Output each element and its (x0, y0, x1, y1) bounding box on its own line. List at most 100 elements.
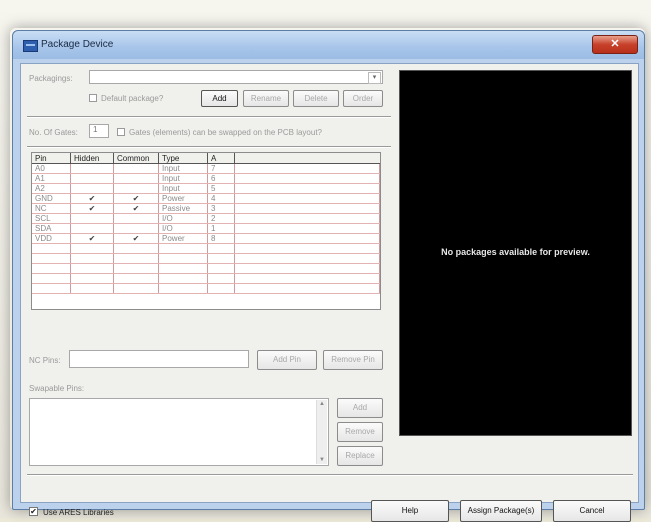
title-bar[interactable]: Package Device ✕ (13, 31, 644, 59)
hidden-cell[interactable] (70, 223, 114, 234)
type-cell[interactable]: I/O (158, 213, 208, 224)
hidden-cell[interactable] (70, 273, 114, 284)
gates-swap-checkbox[interactable] (117, 128, 125, 136)
type-cell[interactable] (158, 243, 208, 254)
column-header-type[interactable]: Type (158, 153, 208, 164)
table-row[interactable]: GND ✔ ✔ Power 4 (32, 193, 380, 204)
hidden-cell[interactable] (70, 263, 114, 274)
type-cell[interactable]: Input (158, 163, 208, 174)
a-cell[interactable]: 6 (207, 173, 235, 184)
pin-grid[interactable]: Pin Hidden Common Type A A0 Input 7 A1 Inpu… (31, 152, 381, 310)
table-row[interactable]: NC ✔ ✔ Passive 3 (32, 203, 380, 214)
hidden-cell[interactable] (70, 243, 114, 254)
common-cell[interactable] (113, 243, 159, 254)
column-header-pin[interactable]: Pin (32, 153, 71, 164)
common-cell[interactable]: ✔ (113, 193, 159, 204)
a-cell[interactable]: 4 (207, 193, 235, 204)
pin-cell[interactable] (32, 243, 71, 254)
column-header-hidden[interactable]: Hidden (70, 153, 114, 164)
cancel-button[interactable]: Cancel (553, 500, 631, 522)
add-package-button[interactable]: Add (201, 90, 238, 107)
hidden-cell[interactable] (70, 253, 114, 264)
type-cell[interactable] (158, 283, 208, 294)
hidden-cell[interactable]: ✔ (70, 233, 114, 244)
pin-cell[interactable]: A2 (32, 183, 71, 194)
help-button[interactable]: Help (371, 500, 449, 522)
hidden-cell[interactable] (70, 283, 114, 294)
table-row[interactable] (32, 263, 380, 274)
common-cell[interactable] (113, 173, 159, 184)
hidden-cell[interactable]: ✔ (70, 203, 114, 214)
pin-cell[interactable]: SDA (32, 223, 71, 234)
table-row[interactable]: A2 Input 5 (32, 183, 380, 194)
common-cell[interactable] (113, 223, 159, 234)
table-row[interactable]: VDD ✔ ✔ Power 8 (32, 233, 380, 244)
type-cell[interactable]: Input (158, 173, 208, 184)
type-cell[interactable] (158, 273, 208, 284)
close-button[interactable]: ✕ (592, 35, 638, 54)
column-header-a[interactable]: A (207, 153, 235, 164)
nc-pins-field[interactable] (69, 350, 249, 368)
common-cell[interactable] (113, 273, 159, 284)
order-package-button[interactable]: Order (343, 90, 383, 107)
pin-cell[interactable]: GND (32, 193, 71, 204)
table-row[interactable] (32, 253, 380, 264)
scroll-down-icon[interactable]: ▼ (317, 456, 327, 464)
type-cell[interactable] (158, 263, 208, 274)
assign-packages-button[interactable]: Assign Package(s) (460, 500, 542, 522)
pin-cell[interactable]: A0 (32, 163, 71, 174)
common-cell[interactable]: ✔ (113, 233, 159, 244)
column-header-common[interactable]: Common (113, 153, 159, 164)
type-cell[interactable]: Input (158, 183, 208, 194)
add-pin-button[interactable]: Add Pin (257, 350, 317, 370)
remove-pin-button[interactable]: Remove Pin (323, 350, 383, 370)
pin-cell[interactable] (32, 273, 71, 284)
pin-cell[interactable] (32, 263, 71, 274)
type-cell[interactable]: I/O (158, 223, 208, 234)
table-row[interactable]: A0 Input 7 (32, 163, 380, 174)
a-cell[interactable] (207, 273, 235, 284)
table-row[interactable] (32, 243, 380, 254)
a-cell[interactable] (207, 283, 235, 294)
hidden-cell[interactable]: ✔ (70, 193, 114, 204)
a-cell[interactable]: 5 (207, 183, 235, 194)
type-cell[interactable] (158, 253, 208, 264)
pin-cell[interactable]: VDD (32, 233, 71, 244)
a-cell[interactable]: 1 (207, 223, 235, 234)
table-row[interactable]: A1 Input 6 (32, 173, 380, 184)
gates-field[interactable]: 1 (89, 124, 109, 138)
hidden-cell[interactable] (70, 183, 114, 194)
pin-cell[interactable]: NC (32, 203, 71, 214)
common-cell[interactable] (113, 183, 159, 194)
rename-package-button[interactable]: Rename (243, 90, 289, 107)
type-cell[interactable]: Passive (158, 203, 208, 214)
common-cell[interactable] (113, 253, 159, 264)
common-cell[interactable] (113, 163, 159, 174)
default-package-checkbox[interactable] (89, 94, 97, 102)
chevron-down-icon[interactable]: ▾ (368, 72, 381, 84)
a-cell[interactable] (207, 253, 235, 264)
common-cell[interactable]: ✔ (113, 203, 159, 214)
type-cell[interactable]: Power (158, 233, 208, 244)
pin-cell[interactable] (32, 283, 71, 294)
packagings-select[interactable]: ▾ (89, 70, 383, 84)
common-cell[interactable] (113, 213, 159, 224)
hidden-cell[interactable] (70, 173, 114, 184)
swap-add-button[interactable]: Add (337, 398, 383, 418)
pin-cell[interactable] (32, 253, 71, 264)
a-cell[interactable]: 7 (207, 163, 235, 174)
table-row[interactable] (32, 283, 380, 294)
scroll-up-icon[interactable]: ▲ (317, 400, 327, 408)
vertical-scrollbar[interactable]: ▲ ▼ (316, 400, 327, 464)
common-cell[interactable] (113, 283, 159, 294)
a-cell[interactable] (207, 243, 235, 254)
a-cell[interactable]: 2 (207, 213, 235, 224)
hidden-cell[interactable] (70, 213, 114, 224)
type-cell[interactable]: Power (158, 193, 208, 204)
a-cell[interactable] (207, 263, 235, 274)
table-row[interactable] (32, 273, 380, 284)
a-cell[interactable]: 3 (207, 203, 235, 214)
common-cell[interactable] (113, 263, 159, 274)
hidden-cell[interactable] (70, 163, 114, 174)
use-ares-checkbox[interactable]: ✔ (29, 507, 38, 516)
